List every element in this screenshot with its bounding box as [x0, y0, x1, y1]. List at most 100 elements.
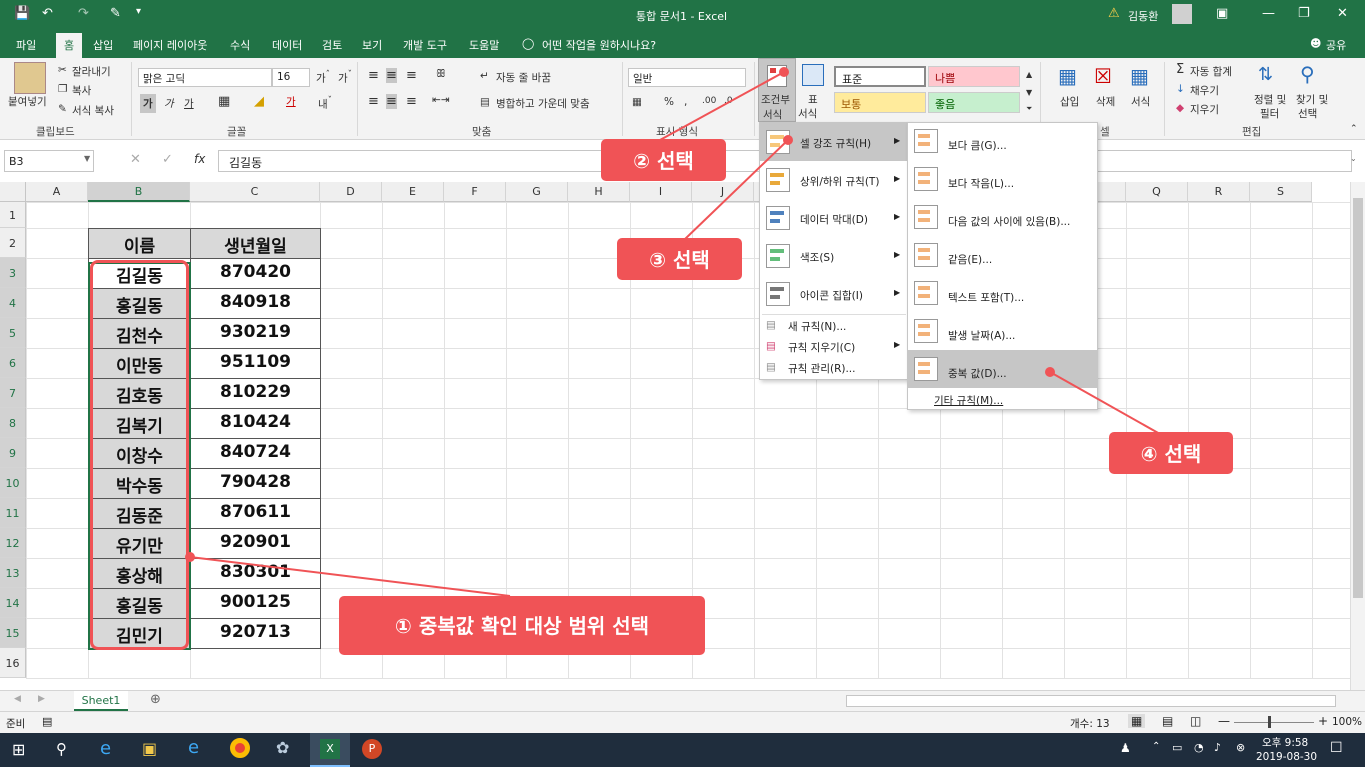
- duplicate-values-item[interactable]: 중복 값(D)...: [948, 366, 1007, 381]
- tab-insert[interactable]: 삽입: [93, 37, 113, 53]
- shrink-font-icon[interactable]: 가ˇ: [338, 70, 352, 86]
- row-header[interactable]: 13: [0, 558, 26, 588]
- vertical-scrollbar[interactable]: [1350, 182, 1365, 690]
- scroll-sheets-left-icon[interactable]: ◀: [14, 694, 21, 704]
- manage-rules-item[interactable]: 규칙 관리(R)...: [788, 361, 855, 376]
- row-header[interactable]: 1: [0, 202, 26, 228]
- align-bottom-icon[interactable]: ≡: [406, 68, 417, 83]
- color-scales-item[interactable]: 색조(S): [800, 250, 834, 265]
- internet-explorer-icon[interactable]: e: [188, 737, 199, 758]
- font-name-select[interactable]: 맑은 고딕: [138, 68, 272, 87]
- new-rule-item[interactable]: 새 규칙(N)...: [788, 319, 846, 334]
- format-painter-icon[interactable]: ✎: [110, 6, 121, 21]
- row-header[interactable]: 2: [0, 228, 26, 258]
- row-header[interactable]: 16: [0, 648, 26, 678]
- tab-review[interactable]: 검토: [322, 37, 342, 53]
- phonetic-icon[interactable]: 내ˇ: [318, 96, 332, 112]
- find-select-label-1[interactable]: 찾기 및: [1296, 92, 1328, 107]
- windows-start-icon[interactable]: ⊞: [12, 740, 25, 759]
- birthdate-cell[interactable]: 830301: [190, 558, 321, 589]
- column-header[interactable]: S: [1250, 182, 1312, 202]
- clear-rules-item[interactable]: 규칙 지우기(C): [788, 340, 855, 355]
- save-icon[interactable]: 💾: [14, 6, 30, 21]
- close-icon[interactable]: ✕: [1337, 6, 1348, 21]
- decrease-decimal-icon[interactable]: .0: [724, 96, 733, 106]
- qat-customize-icon[interactable]: ▾: [136, 6, 141, 17]
- zoom-in-icon[interactable]: +: [1318, 714, 1328, 728]
- comma-icon[interactable]: ,: [684, 96, 687, 108]
- row-header[interactable]: 12: [0, 528, 26, 558]
- column-header[interactable]: C: [190, 182, 320, 202]
- column-header[interactable]: J: [692, 182, 754, 202]
- row-header[interactable]: 9: [0, 438, 26, 468]
- restore-icon[interactable]: ❐: [1298, 6, 1310, 21]
- font-color-icon[interactable]: 가: [286, 94, 296, 109]
- greater-than-item[interactable]: 보다 큼(G)...: [948, 138, 1007, 153]
- autosum-icon[interactable]: Σ: [1176, 62, 1184, 77]
- italic-button[interactable]: 가: [164, 96, 174, 111]
- zoom-slider[interactable]: [1234, 722, 1314, 723]
- more-rules-item[interactable]: 기타 규칙(M)...: [934, 393, 1003, 408]
- share-icon[interactable]: ☻: [1310, 37, 1321, 50]
- data-bars-item[interactable]: 데이터 막대(D): [800, 212, 868, 227]
- format-as-table-icon[interactable]: [802, 64, 824, 86]
- styles-scroll-down-icon[interactable]: ▼: [1026, 88, 1032, 97]
- top-bottom-rules-item[interactable]: 상위/하위 규칙(T): [800, 174, 879, 189]
- align-middle-icon[interactable]: ≡: [386, 68, 397, 83]
- birthdate-cell[interactable]: 790428: [190, 468, 321, 499]
- styles-scroll-up-icon[interactable]: ▲: [1026, 70, 1032, 79]
- page-layout-view-icon[interactable]: ▤: [1162, 714, 1173, 728]
- format-painter-button[interactable]: 서식 복사: [72, 103, 114, 118]
- taskbar-date[interactable]: 2019-08-30: [1256, 751, 1317, 763]
- minimize-icon[interactable]: —: [1262, 6, 1275, 21]
- add-sheet-icon[interactable]: ⊕: [150, 692, 161, 707]
- birthdate-cell[interactable]: 900125: [190, 588, 321, 619]
- find-select-label-2[interactable]: 선택: [1298, 106, 1317, 121]
- ribbon-display-icon[interactable]: ▣: [1216, 6, 1228, 21]
- align-left-icon[interactable]: ≡: [368, 94, 379, 109]
- column-header[interactable]: Q: [1126, 182, 1188, 202]
- redo-icon[interactable]: ↷: [78, 6, 89, 21]
- style-good[interactable]: 좋음: [928, 92, 1020, 113]
- column-header[interactable]: H: [568, 182, 630, 202]
- header-cell[interactable]: 이름: [88, 228, 191, 259]
- less-than-item[interactable]: 보다 작음(L)...: [948, 176, 1014, 191]
- indent-icon[interactable]: ⇤⇥: [432, 94, 450, 106]
- row-header[interactable]: 15: [0, 618, 26, 648]
- birthdate-cell[interactable]: 870420: [190, 258, 321, 289]
- highlight-cells-rules-item[interactable]: 셀 강조 규칙(H): [800, 136, 871, 151]
- notification-off-icon[interactable]: ⊗: [1236, 741, 1245, 754]
- tab-home[interactable]: 홈: [56, 33, 83, 58]
- normal-view-icon[interactable]: ▦: [1128, 714, 1146, 728]
- column-header[interactable]: I: [630, 182, 692, 202]
- orientation-icon[interactable]: ꕥ: [436, 68, 446, 81]
- align-center-icon[interactable]: ≡: [386, 94, 397, 109]
- name-box[interactable]: B3: [4, 150, 94, 172]
- fill-icon[interactable]: ↓: [1176, 83, 1185, 95]
- column-header[interactable]: B: [88, 182, 190, 202]
- vertical-scroll-thumb[interactable]: [1353, 198, 1363, 598]
- powerpoint-icon[interactable]: P: [362, 739, 382, 759]
- between-item[interactable]: 다음 값의 사이에 있음(B)...: [948, 214, 1070, 229]
- delete-cells-button[interactable]: 삭제: [1096, 94, 1115, 109]
- underline-button[interactable]: 가: [184, 96, 194, 111]
- insert-function-button[interactable]: fx: [194, 152, 205, 166]
- select-all-corner[interactable]: [0, 182, 26, 202]
- sort-filter-label-1[interactable]: 정렬 및: [1254, 92, 1286, 107]
- name-box-dropdown-icon[interactable]: ▼: [84, 154, 90, 163]
- merge-center-button[interactable]: 병합하고 가운데 맞춤: [496, 96, 590, 111]
- fill-button[interactable]: 채우기: [1190, 83, 1219, 98]
- header-cell[interactable]: 생년월일: [190, 228, 321, 259]
- tell-me-input[interactable]: 어떤 작업을 원하시나요?: [542, 37, 656, 53]
- text-contains-item[interactable]: 텍스트 포함(T)...: [948, 290, 1024, 305]
- row-header[interactable]: 14: [0, 588, 26, 618]
- volume-icon[interactable]: ♪: [1214, 741, 1221, 754]
- column-header[interactable]: A: [26, 182, 88, 202]
- clear-button[interactable]: 지우기: [1190, 102, 1219, 117]
- expand-formula-icon[interactable]: ⌄: [1350, 154, 1357, 163]
- tab-developer[interactable]: 개발 도구: [403, 37, 447, 53]
- copy-button[interactable]: 복사: [72, 83, 91, 98]
- undo-icon[interactable]: ↶: [42, 6, 53, 21]
- percent-icon[interactable]: %: [664, 96, 674, 108]
- autosum-button[interactable]: 자동 합계: [1190, 64, 1232, 79]
